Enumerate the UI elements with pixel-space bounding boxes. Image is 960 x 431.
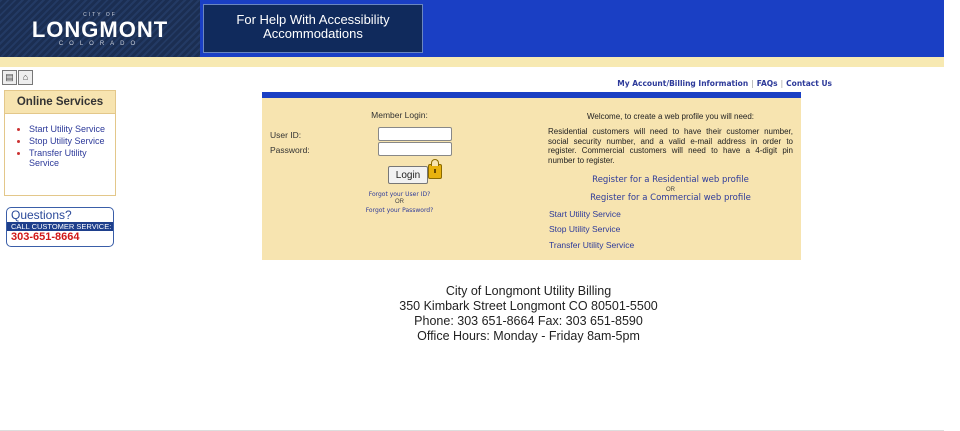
sidebar-item-label[interactable]: Transfer Utility Service xyxy=(29,148,87,168)
register-commercial-link[interactable]: Register for a Commercial web profile xyxy=(548,193,793,203)
requirements-text: Residential customers will need to have … xyxy=(548,127,793,165)
login-panel: Member Login: User ID: Password: Login F… xyxy=(262,92,801,260)
online-services-list: Start Utility Service Stop Utility Servi… xyxy=(5,114,115,168)
sidebar-item-stop[interactable]: Stop Utility Service xyxy=(29,136,115,146)
longmont-logo[interactable]: CITY OF LONGMONT COLORADO xyxy=(0,0,200,57)
header-band xyxy=(0,57,944,67)
questions-badge: Questions? CALL CUSTOMER SERVICE: 303-65… xyxy=(6,207,114,247)
top-links: My Account/Billing Information | FAQs | Cont… xyxy=(617,79,832,88)
footer-line-address: 350 Kimbark Street Longmont CO 80501-550… xyxy=(399,299,658,313)
online-services-title: Online Services xyxy=(5,91,115,114)
start-utility-service-link[interactable]: Start Utility Service xyxy=(549,209,621,219)
login-button[interactable]: Login xyxy=(388,166,428,184)
lock-icon xyxy=(428,159,442,179)
divider: | xyxy=(780,79,784,88)
contact-us-link[interactable]: Contact Us xyxy=(786,79,832,88)
divider: | xyxy=(751,79,754,88)
logo-title: LONGMONT xyxy=(31,17,169,42)
stop-utility-service-link[interactable]: Stop Utility Service xyxy=(549,224,620,234)
sidebar-item-label[interactable]: Start Utility Service xyxy=(29,124,105,134)
sidebar-item-start[interactable]: Start Utility Service xyxy=(29,124,115,134)
user-id-label: User ID: xyxy=(270,130,302,140)
user-id-input[interactable] xyxy=(378,127,452,141)
site-header: CITY OF LONGMONT COLORADO For Help With … xyxy=(0,0,944,57)
sidebar-item-transfer[interactable]: Transfer Utility Service xyxy=(29,148,115,168)
forgot-password-link[interactable]: Forgot your Password? xyxy=(262,207,537,214)
sidebar-item-label[interactable]: Stop Utility Service xyxy=(29,136,105,146)
forgot-user-id-link[interactable]: Forgot your User ID? xyxy=(262,191,537,198)
online-services-panel: Online Services Start Utility Service St… xyxy=(4,90,116,196)
home-icon[interactable]: ⌂ xyxy=(18,70,33,85)
footer-line-title: City of Longmont Utility Billing xyxy=(445,284,612,298)
welcome-text: Welcome, to create a web profile you wil… xyxy=(586,112,755,121)
customer-service-phone: 303-651-8664 xyxy=(11,231,80,243)
faqs-link[interactable]: FAQs xyxy=(757,79,778,88)
footer-line-hours: Office Hours: Monday - Friday 8am-5pm xyxy=(417,329,640,343)
password-input[interactable] xyxy=(378,142,452,156)
questions-band: CALL CUSTOMER SERVICE: xyxy=(7,222,113,231)
my-account-link[interactable]: My Account/Billing Information xyxy=(617,79,748,88)
footer-line-phone: Phone: 303 651-8664 Fax: 303 651-8590 xyxy=(414,314,643,328)
footer: City of Longmont Utility Billing 350 Kim… xyxy=(0,284,960,344)
page-icon[interactable]: ▤ xyxy=(2,70,17,85)
transfer-utility-service-link[interactable]: Transfer Utility Service xyxy=(549,240,634,250)
questions-title: Questions? xyxy=(11,208,72,222)
or-text: OR xyxy=(395,199,404,205)
logo-subtitle: COLORADO xyxy=(58,41,142,47)
login-panel-bar xyxy=(262,92,801,98)
member-login-heading: Member Login: xyxy=(371,110,428,120)
register-residential-link[interactable]: Register for a Residential web profile xyxy=(548,175,793,185)
accessibility-help-link[interactable]: For Help With Accessibility Accommodatio… xyxy=(203,4,423,53)
password-label: Password: xyxy=(270,145,310,155)
